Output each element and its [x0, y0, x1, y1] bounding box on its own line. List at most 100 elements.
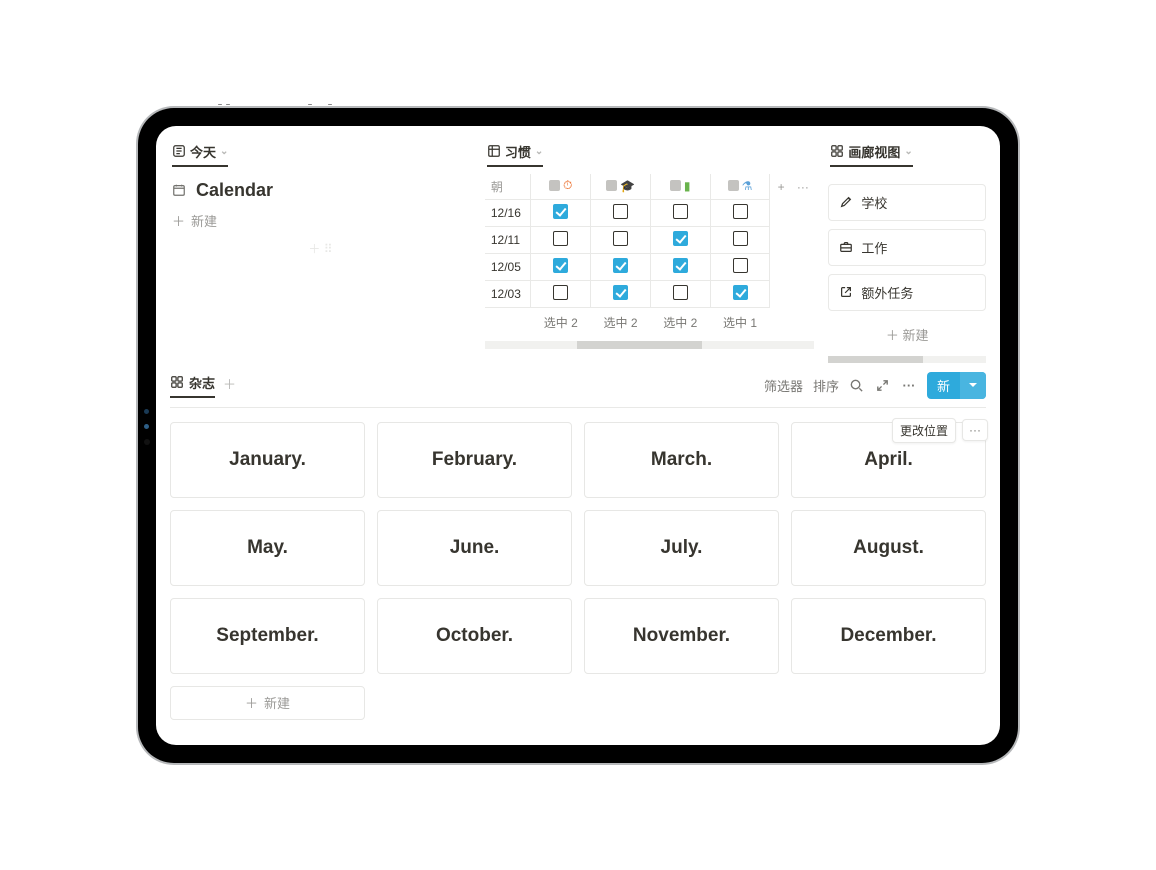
- months-grid: 更改位置 ··· January. February. March. April…: [170, 422, 986, 720]
- habits-date-header[interactable]: 朝: [485, 174, 531, 200]
- habit-checkbox[interactable]: [673, 231, 688, 246]
- habits-date-cell[interactable]: 12/16: [485, 200, 531, 227]
- chevron-down-icon: ⌄: [904, 146, 912, 157]
- gallery-add-new-button[interactable]: ＋ 新建: [828, 319, 986, 350]
- journal-tab-label: 杂志: [189, 373, 215, 392]
- today-new-label: 新建: [191, 211, 217, 230]
- today-view-switcher[interactable]: 今天 ⌄: [170, 138, 471, 174]
- month-card[interactable]: November.: [584, 598, 779, 674]
- month-card[interactable]: December.: [791, 598, 986, 674]
- month-card[interactable]: July.: [584, 510, 779, 586]
- expand-icon[interactable]: [875, 377, 891, 393]
- habit-checkbox[interactable]: [613, 231, 628, 246]
- month-card[interactable]: March.: [584, 422, 779, 498]
- journal-panel: 杂志 ＋ 筛选器 排序 ··· 新: [156, 362, 1000, 745]
- habits-date-cell[interactable]: 12/11: [485, 227, 531, 254]
- briefcase-icon: [839, 240, 853, 254]
- calendar-title: Calendar: [196, 180, 273, 201]
- gallery-icon: [170, 375, 184, 389]
- gallery-horizontal-scrollbar[interactable]: [828, 356, 986, 363]
- gallery-panel: 画廊视图 ⌄ 学校 工作 额外任务: [828, 138, 986, 363]
- journal-view-switcher[interactable]: 杂志: [170, 373, 215, 398]
- calendar-page-link[interactable]: Calendar: [170, 174, 471, 205]
- habit-checkbox[interactable]: [613, 285, 628, 300]
- gallery-icon: [830, 144, 844, 158]
- chevron-down-icon: ⌄: [220, 146, 228, 157]
- habit-checkbox[interactable]: [613, 258, 628, 273]
- habit-checkbox[interactable]: [733, 204, 748, 219]
- calendar-icon: [172, 183, 186, 197]
- habit-checkbox[interactable]: [553, 204, 568, 219]
- habit-checkbox[interactable]: [733, 231, 748, 246]
- card-context-popover: 更改位置 ···: [892, 418, 988, 443]
- gallery-card-label: 额外任务: [861, 283, 913, 302]
- chevron-down-icon: ⌄: [535, 146, 543, 157]
- list-icon: [172, 144, 186, 158]
- today-panel: 今天 ⌄ Calendar ＋ 新建 ＋ ⠿: [170, 138, 471, 363]
- gallery-view-switcher[interactable]: 画廊视图 ⌄: [828, 138, 986, 174]
- habits-more-button[interactable]: ···: [792, 174, 814, 200]
- month-card[interactable]: January.: [170, 422, 365, 498]
- gallery-card-work[interactable]: 工作: [828, 229, 986, 266]
- search-icon[interactable]: [849, 377, 865, 393]
- change-position-button[interactable]: 更改位置: [892, 418, 956, 443]
- habits-date-cell[interactable]: 12/03: [485, 281, 531, 308]
- new-button[interactable]: 新: [927, 372, 986, 399]
- alarm-icon: ⏱: [563, 178, 572, 193]
- month-card[interactable]: May.: [170, 510, 365, 586]
- habits-col-grad[interactable]: 🎓: [591, 174, 651, 200]
- habits-col-alarm[interactable]: ⏱: [531, 174, 591, 200]
- sort-button[interactable]: 排序: [813, 376, 839, 395]
- today-tab-label: 今天: [190, 142, 216, 161]
- habits-date-cell[interactable]: 12/05: [485, 254, 531, 281]
- table-icon: [487, 144, 501, 158]
- more-icon[interactable]: ···: [901, 377, 917, 393]
- card-more-button[interactable]: ···: [962, 419, 988, 441]
- month-card[interactable]: June.: [377, 510, 572, 586]
- app-screen: 今天 ⌄ Calendar ＋ 新建 ＋ ⠿: [156, 126, 1000, 745]
- journal-add-card-button[interactable]: ＋ 新建: [170, 686, 365, 720]
- month-card[interactable]: February.: [377, 422, 572, 498]
- habits-row[interactable]: 12/16: [485, 200, 814, 227]
- habits-add-column-button[interactable]: +: [770, 174, 792, 200]
- habit-checkbox[interactable]: [673, 258, 688, 273]
- habit-checkbox[interactable]: [553, 258, 568, 273]
- filter-button[interactable]: 筛选器: [764, 376, 803, 395]
- month-card[interactable]: October.: [377, 598, 572, 674]
- habit-checkbox[interactable]: [733, 285, 748, 300]
- habits-row[interactable]: 12/05: [485, 254, 814, 281]
- new-button-dropdown[interactable]: [960, 372, 986, 399]
- habits-header-row: 朝 ⏱ 🎓 ▮ ⚗ + ···: [485, 174, 814, 200]
- gallery-tab-label: 画廊视图: [848, 142, 900, 161]
- habits-panel: 习惯 ⌄ 朝 ⏱ 🎓 ▮ ⚗ + ··· 12/16: [485, 138, 815, 363]
- plus-icon: ＋: [172, 211, 185, 230]
- edit-icon: [839, 195, 853, 209]
- habits-horizontal-scrollbar[interactable]: [485, 341, 815, 349]
- divider: [170, 407, 986, 408]
- habit-checkbox[interactable]: [553, 231, 568, 246]
- habits-summary-row: 选中 2 选中 2 选中 2 选中 1: [485, 308, 814, 336]
- book-icon: ▮: [684, 179, 691, 193]
- habits-row[interactable]: 12/03: [485, 281, 814, 308]
- month-card[interactable]: September.: [170, 598, 365, 674]
- gallery-card-extra[interactable]: 额外任务: [828, 274, 986, 311]
- gallery-card-school[interactable]: 学校: [828, 184, 986, 221]
- device-side-buttons: [144, 409, 150, 445]
- graduation-icon: 🎓: [620, 179, 635, 193]
- habit-checkbox[interactable]: [613, 204, 628, 219]
- habit-checkbox[interactable]: [673, 285, 688, 300]
- today-add-new-button[interactable]: ＋ 新建: [170, 205, 471, 236]
- habits-col-sparkle[interactable]: ⚗: [710, 174, 770, 200]
- external-link-icon: [839, 285, 853, 299]
- habit-checkbox[interactable]: [673, 204, 688, 219]
- habit-checkbox[interactable]: [553, 285, 568, 300]
- habits-tab-label: 习惯: [505, 142, 531, 161]
- empty-state-ghost: ＋ ⠿: [170, 240, 471, 257]
- month-card[interactable]: August.: [791, 510, 986, 586]
- habits-row[interactable]: 12/11: [485, 227, 814, 254]
- habit-checkbox[interactable]: [733, 258, 748, 273]
- journal-add-view-button[interactable]: ＋: [223, 374, 236, 397]
- habits-col-book[interactable]: ▮: [650, 174, 710, 200]
- habits-view-switcher[interactable]: 习惯 ⌄: [485, 138, 815, 174]
- tablet-device-frame: 今天 ⌄ Calendar ＋ 新建 ＋ ⠿: [138, 108, 1018, 763]
